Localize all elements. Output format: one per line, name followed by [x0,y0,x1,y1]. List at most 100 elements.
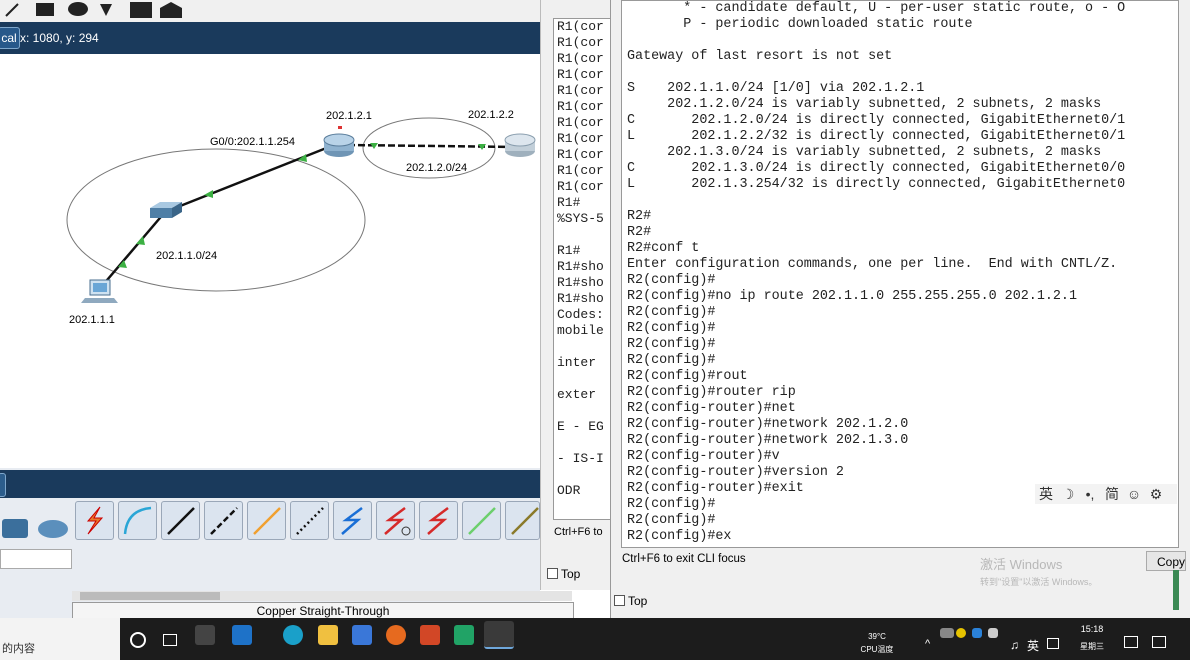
fiber-cable-icon[interactable] [247,501,286,540]
checkbox-icon[interactable] [614,595,625,606]
powerpoint-icon[interactable] [420,625,440,645]
rectangle-tool-icon[interactable] [36,3,54,16]
copy-button[interactable]: Copy [1146,551,1186,571]
r1-cli-line: R1(cor [557,131,604,146]
r2-cli-line: R2(config-router)#network 202.1.3.0 [627,433,909,448]
straight-through-cable-icon[interactable] [161,501,200,540]
watermark-subtitle: 转到"设置"以激活 Windows。 [980,577,1098,587]
r2-cli-hint: Ctrl+F6 to exit CLI focus [622,553,746,565]
ie-icon[interactable] [232,625,252,645]
realtime-tab[interactable] [0,473,6,497]
r2-cli-line: L 202.1.3.254/32 is directly connected, … [627,177,1126,192]
emoji-icon[interactable]: ☺ [1123,484,1145,504]
tray-icon[interactable] [972,628,982,638]
r1-cli-line [557,371,614,387]
r2-cli-line: R2(config-router)#version 2 [627,465,844,480]
r2-ip-label: 202.1.2.2 [468,109,514,121]
cable-scrollbar[interactable] [72,591,572,601]
device-panel-header [0,470,540,498]
r1-cli-line [557,435,614,451]
cursor-coordinates: x: 1080, y: 294 [20,31,99,45]
freeform-tool-icon[interactable] [100,4,112,16]
edge-icon[interactable] [283,625,303,645]
iot-cable-icon[interactable] [505,501,540,540]
crossover-cable-icon[interactable] [204,501,243,540]
ime-settings-icon[interactable]: ⚙ [1145,484,1167,504]
serial-dte-cable-icon[interactable] [419,501,458,540]
toolbar-icons [5,2,182,18]
keyboard-icon[interactable] [1047,638,1059,649]
pencil-icon[interactable] [5,3,19,17]
notification-icon[interactable] [1124,636,1138,648]
r2-cli-output[interactable]: * - candidate default, U - per-user stat… [621,0,1179,548]
packet-tracer-icon[interactable] [484,621,514,649]
taskbar-search-area[interactable]: 的内容 [0,618,120,660]
scrollbar-thumb[interactable] [80,592,220,600]
mail-open-icon[interactable] [160,2,182,18]
pc-device[interactable] [81,279,118,303]
serial-dce-cable-icon[interactable] [376,501,415,540]
r2-cli-line: R2(config)# [627,321,716,336]
clock-time[interactable]: 15:18 [1074,624,1110,634]
auto-connection-cable-icon[interactable] [75,501,114,540]
router-r2[interactable] [504,133,536,157]
file-explorer-icon[interactable] [318,625,338,645]
r2-cli-line: R2(config)#no ip route 202.1.1.0 255.255… [627,289,1077,304]
ime-simplified-toggle[interactable]: 简 [1101,484,1123,504]
r2-cli-line: C 202.1.3.0/24 is directly connected, Gi… [627,161,1126,176]
moon-icon[interactable]: ☽ [1057,484,1079,504]
r2-cli-line: R2(config-router)#net [627,401,796,416]
r1-cli-line: R1# [557,195,581,210]
r1-cli-line: R1(cor [557,35,604,50]
ellipse-tool-icon[interactable] [68,2,88,16]
r2-cli-line: R2(config)# [627,337,716,352]
task-view-icon[interactable] [163,634,177,646]
watermark-title: 激活 Windows [980,557,1063,572]
r1-top-checkbox[interactable]: Top [547,567,580,581]
r2-top-label: Top [628,594,648,608]
r2-cli-line: R2(config)# [627,513,716,528]
tray-icon[interactable] [988,628,998,638]
punctuation-icon[interactable]: •, [1079,484,1101,504]
r1-cli-line: R1(cor [557,83,604,98]
taskbar-ime-indicator[interactable]: 英 [1027,637,1039,654]
phone-cable-icon[interactable] [290,501,329,540]
ime-lang-toggle[interactable]: 英 [1035,484,1057,504]
switch-router-cable[interactable] [164,143,335,214]
firefox-icon[interactable] [386,625,406,645]
device-category-icon[interactable] [2,519,28,538]
app-icon[interactable] [195,625,215,645]
cloud-icon[interactable] [38,520,68,538]
switch-device[interactable] [150,202,182,218]
checkbox-icon[interactable] [547,568,558,579]
device-search-input[interactable] [0,549,72,569]
window-resize-handle[interactable] [1173,570,1179,610]
coaxial-cable-icon[interactable] [333,501,372,540]
action-center-icon[interactable] [1152,636,1166,648]
r1-cli-hint: Ctrl+F6 to [554,526,603,538]
excel-icon[interactable] [454,625,474,645]
topology-diagram [66,117,536,303]
pc-switch-cable[interactable] [101,211,166,287]
router-r1[interactable] [323,126,355,157]
logical-mode-tab[interactable]: cal [0,27,20,49]
console-cable-icon[interactable] [118,501,157,540]
tray-icon[interactable] [940,628,954,638]
octal-cable-icon[interactable] [462,501,501,540]
r1-cli-line: Codes: [557,307,604,322]
r1-cli-line: R1(cor [557,115,604,130]
r2-top-checkbox[interactable]: Top [614,594,647,608]
cortana-icon[interactable] [130,632,146,648]
cpu-temperature-label: CPU温度 [860,645,894,654]
r1-cli-line: R1(cor [557,99,604,114]
mail-closed-icon[interactable] [130,2,152,18]
r1-cli-line: %SYS-5 [557,211,604,226]
photos-icon[interactable] [352,625,372,645]
clock-weekday[interactable]: 星期三 [1074,641,1110,652]
r1-cli-output[interactable]: R1(cor R1(cor R1(cor R1(cor R1(cor R1(cor R1(c… [553,18,615,520]
network-icon[interactable]: ♫ [1010,638,1019,652]
topology-canvas[interactable]: 202.1.2.1 G0/0:202.1.1.254 202.1.2.2 202… [0,54,540,468]
tray-expand-icon[interactable]: ^ [925,638,930,650]
tray-icon[interactable] [956,628,966,638]
r1-cli-line: R1#sho [557,259,604,274]
